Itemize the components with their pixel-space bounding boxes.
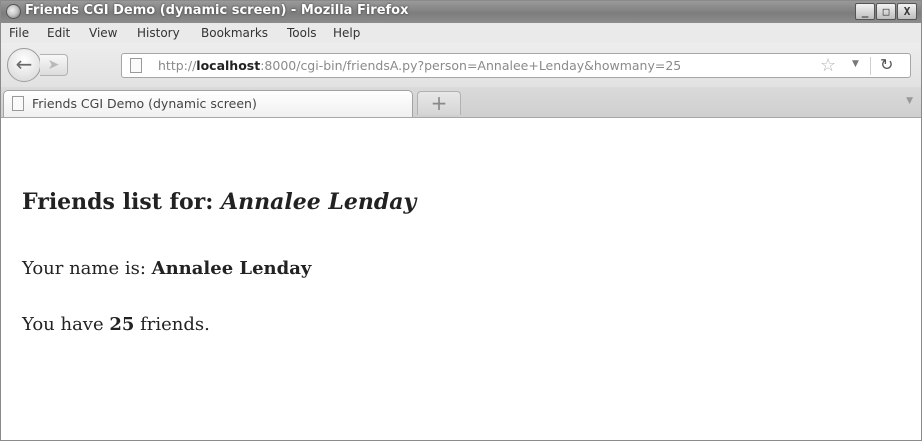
- new-tab-button[interactable]: +: [417, 91, 461, 115]
- tab-list-icon[interactable]: ▼: [906, 96, 913, 106]
- page-icon: [130, 58, 142, 73]
- name-line: Your name is: Annalee Lenday: [22, 258, 311, 279]
- heading-name: Annalee Lenday: [221, 189, 417, 215]
- url-rest: :8000/cgi-bin/friendsA.py?person=Annalee…: [260, 58, 682, 73]
- menu-edit[interactable]: Edit: [47, 26, 70, 40]
- window-title: Friends CGI Demo (dynamic screen) - Mozi…: [25, 3, 409, 18]
- menu-tools[interactable]: Tools: [287, 26, 317, 40]
- count-value: 25: [109, 314, 135, 335]
- menu-history[interactable]: History: [137, 26, 180, 40]
- url-host: localhost: [196, 58, 261, 73]
- firefox-icon: [6, 4, 21, 19]
- forward-arrow-icon: ➤: [47, 57, 60, 73]
- maximize-button[interactable]: □: [876, 3, 896, 20]
- back-arrow-icon: ←: [15, 52, 33, 76]
- tab-strip: Friends CGI Demo (dynamic screen) + ▼: [1, 87, 921, 118]
- name-prefix: Your name is:: [22, 258, 152, 279]
- url-prefix: http://: [158, 58, 197, 73]
- forward-button[interactable]: ➤: [40, 54, 68, 76]
- friend-count-line: You have 25 friends.: [22, 314, 210, 335]
- menu-bar: File Edit View History Bookmarks Tools H…: [1, 23, 921, 43]
- window-controls: _ □ X: [855, 3, 917, 20]
- back-button[interactable]: ←: [7, 48, 41, 82]
- menu-bookmarks[interactable]: Bookmarks: [201, 26, 268, 40]
- url-text[interactable]: http://localhost:8000/cgi-bin/friendsA.p…: [158, 58, 681, 73]
- menu-help[interactable]: Help: [333, 26, 360, 40]
- name-value: Annalee Lenday: [151, 258, 312, 279]
- menu-file[interactable]: File: [9, 26, 29, 40]
- reload-icon[interactable]: ↻: [880, 55, 893, 74]
- menu-view[interactable]: View: [89, 26, 117, 40]
- dropmarker-icon[interactable]: ▼: [852, 59, 859, 69]
- url-bar[interactable]: http://localhost:8000/cgi-bin/friendsA.p…: [121, 53, 911, 78]
- count-suffix: friends.: [134, 314, 210, 335]
- count-prefix: You have: [22, 314, 110, 335]
- page-title: Friends list for: Annalee Lenday: [22, 189, 416, 215]
- page-content: Friends list for: Annalee Lenday Your na…: [1, 118, 921, 440]
- minimize-button[interactable]: _: [855, 3, 875, 20]
- tab-label: Friends CGI Demo (dynamic screen): [32, 96, 257, 111]
- star-icon[interactable]: ☆: [820, 55, 836, 76]
- title-bar[interactable]: Friends CGI Demo (dynamic screen) - Mozi…: [1, 1, 921, 23]
- navigation-bar: ← ➤ http://localhost:8000/cgi-bin/friend…: [1, 43, 921, 87]
- heading-prefix: Friends list for:: [22, 189, 222, 215]
- close-button[interactable]: X: [897, 3, 917, 20]
- browser-window: Friends CGI Demo (dynamic screen) - Mozi…: [0, 0, 922, 441]
- page-icon: [12, 96, 24, 111]
- url-divider: [870, 57, 871, 75]
- tab-friends-cgi-demo[interactable]: Friends CGI Demo (dynamic screen): [3, 90, 413, 117]
